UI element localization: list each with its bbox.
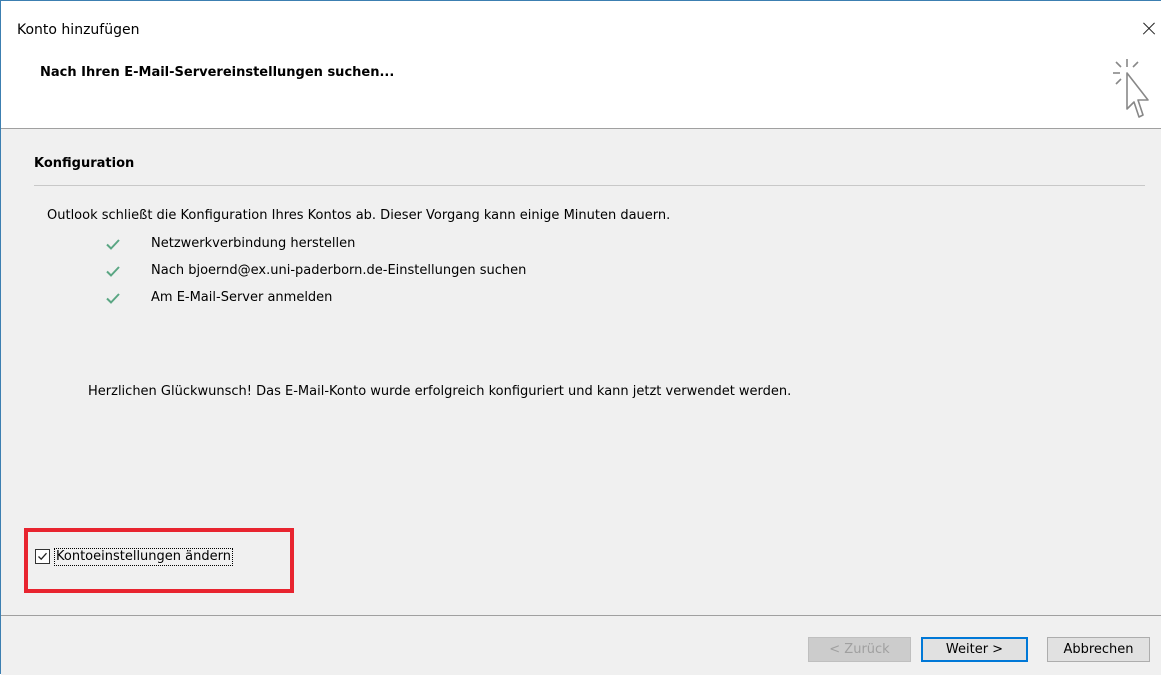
intro-text: Outlook schließt die Konfiguration Ihres… xyxy=(47,208,671,223)
highlight-box xyxy=(24,528,294,593)
section-divider xyxy=(34,185,1145,186)
cancel-button[interactable]: Abbrechen xyxy=(1047,637,1150,662)
step-label: Am E-Mail-Server anmelden xyxy=(151,290,333,305)
header-heading: Nach Ihren E-Mail-Servereinstellungen su… xyxy=(40,65,395,80)
step-label: Nach bjoernd@ex.uni-paderborn.de-Einstel… xyxy=(151,263,527,278)
success-message: Herzlichen Glückwunsch! Das E-Mail-Konto… xyxy=(88,384,792,399)
back-button[interactable]: < Zurück xyxy=(808,637,911,662)
section-title: Konfiguration xyxy=(34,156,135,171)
next-button[interactable]: Weiter > xyxy=(921,637,1028,662)
configuration-panel: Konfiguration Outlook schließt die Konfi… xyxy=(1,129,1161,615)
checkmark-icon xyxy=(106,239,120,250)
window-title: Konto hinzufügen xyxy=(17,22,140,38)
checkmark-icon xyxy=(106,266,120,277)
title-bar: Konto hinzufügen xyxy=(1,1,1161,55)
checkmark-icon xyxy=(106,293,120,304)
close-icon[interactable] xyxy=(1137,17,1161,41)
wizard-header: Nach Ihren E-Mail-Servereinstellungen su… xyxy=(1,55,1161,129)
button-bar: < Zurück Weiter > Abbrechen xyxy=(1,615,1161,675)
step-label: Netzwerkverbindung herstellen xyxy=(151,236,356,251)
click-cursor-icon xyxy=(1113,59,1149,118)
